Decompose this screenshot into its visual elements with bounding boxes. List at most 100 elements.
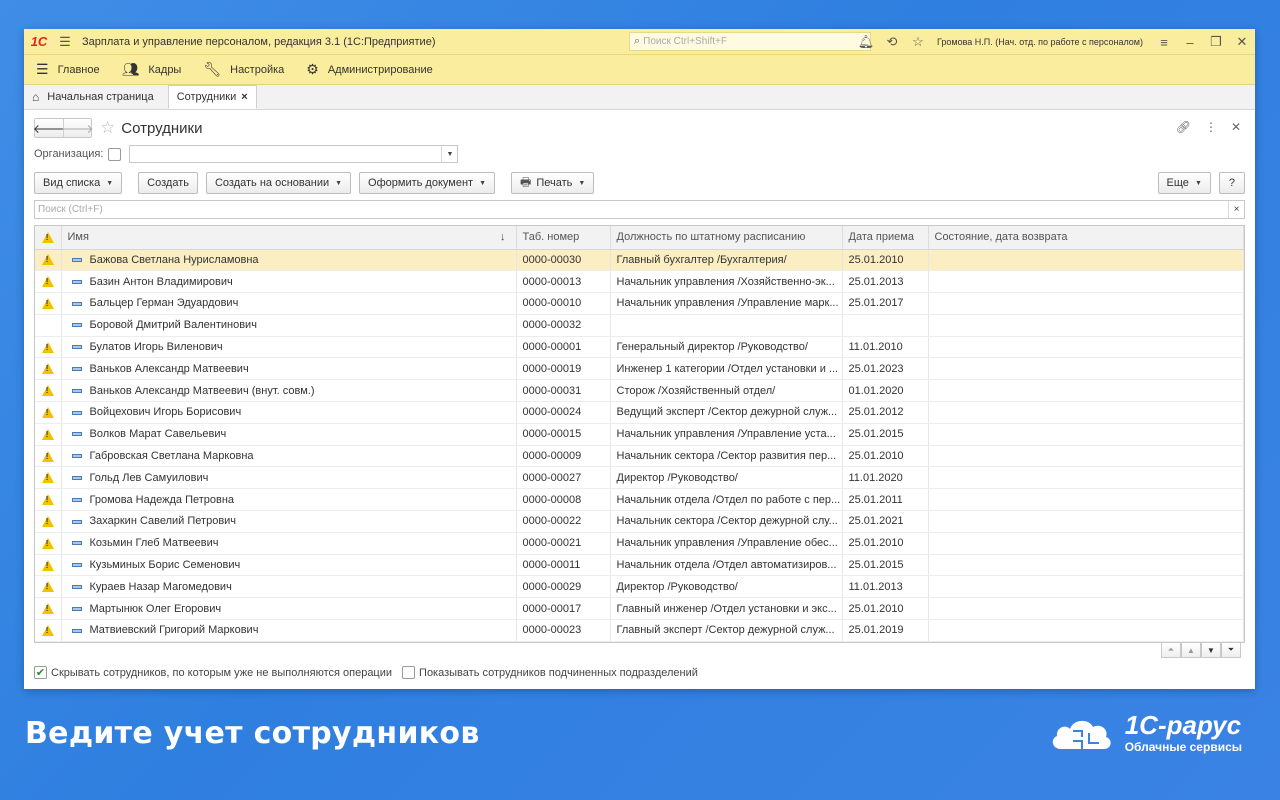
employee-name-cell[interactable]: Мартынюк Олег Егорович [61,597,517,621]
hire-date-cell[interactable]: 11.01.2013 [842,575,929,599]
organization-select[interactable]: ▼ [129,145,459,163]
table-row[interactable]: Мартынюк Олег Егорович 0000-00017Главный … [35,597,1244,621]
state-cell[interactable] [928,292,1244,315]
position-cell[interactable]: Генеральный директор /Руководство/ [610,336,843,359]
state-cell[interactable] [928,357,1244,381]
employee-name-cell[interactable]: Бальцер Герман Эдуардович [61,292,517,315]
position-cell[interactable]: Главный инженер /Отдел установки и экс..… [610,597,843,621]
position-cell[interactable]: Ведущий эксперт /Сектор дежурной служ... [610,401,843,424]
table-row[interactable]: Ваньков Александр Матвеевич (внут. совм.… [35,379,1244,403]
hamburger-icon[interactable]: ☰ [54,31,76,53]
hire-date-cell[interactable]: 11.01.2010 [842,336,929,359]
employee-name-cell[interactable]: Ваньков Александр Матвеевич [61,357,517,381]
employee-name-cell[interactable]: Булатов Игорь Виленович [61,336,517,359]
forward-arrow-icon[interactable]: 🡒 [61,119,94,137]
hide-inactive-checkbox[interactable]: ✔ [34,666,47,679]
position-cell[interactable]: Директор /Руководство/ [610,466,843,490]
state-cell[interactable] [928,554,1244,577]
hire-date-cell[interactable]: 25.01.2015 [842,554,929,577]
hire-date-cell[interactable]: 25.01.2017 [842,292,929,315]
favorite-star-icon[interactable]: ☆ [100,118,115,138]
create-button[interactable]: Создать [138,172,198,194]
link-icon[interactable]: 🔗︎ [1176,120,1191,134]
menu-hr[interactable]: 👥︎ Кадры [122,61,182,78]
history-icon[interactable]: ⟲ [879,31,905,53]
state-cell[interactable] [928,445,1244,468]
tab-number-cell[interactable]: 0000-00027 [516,466,611,490]
show-subordinate-checkbox[interactable] [402,666,416,679]
hire-date-cell[interactable]: 25.01.2011 [842,488,929,512]
scroll-down-icon[interactable]: ▼ [1201,642,1221,658]
employee-name-cell[interactable]: Кураев Назар Магомедович [61,575,517,599]
table-row[interactable]: Габровская Светлана Марковна 0000-00009На… [35,445,1244,468]
tab-number-cell[interactable]: 0000-00013 [516,270,611,294]
position-cell[interactable]: Главный эксперт /Сектор дежурной служ... [610,619,843,642]
tab-number-cell[interactable]: 0000-00023 [516,619,611,642]
employee-name-cell[interactable]: Матвиевский Григорий Маркович [61,619,517,642]
table-row[interactable]: Захаркин Савелий Петрович 0000-00022Начал… [35,510,1244,533]
tab-number-cell[interactable]: 0000-00022 [516,510,611,533]
column-position[interactable]: Должность по штатному расписанию [610,226,843,250]
bell-icon[interactable]: 🔔︎ [853,31,879,53]
employee-name-cell[interactable]: Бажова Светлана Нурисламовна [61,249,517,272]
menu-settings[interactable]: 🔧︎ Настройка [203,61,284,78]
tab-number-cell[interactable]: 0000-00030 [516,249,611,272]
state-cell[interactable] [928,249,1244,272]
hire-date-cell[interactable]: 25.01.2019 [842,619,929,642]
list-search-input[interactable]: Поиск (Ctrl+F) × [34,200,1245,219]
table-row[interactable]: Ваньков Александр Матвеевич 0000-00019Инж… [35,357,1244,381]
settings-menu-icon[interactable]: ≡ [1151,31,1177,53]
state-cell[interactable] [928,423,1244,446]
position-cell[interactable]: Начальник сектора /Сектор развития пер..… [610,445,843,468]
employee-name-cell[interactable]: Кузьминых Борис Семенович [61,554,517,577]
state-cell[interactable] [928,488,1244,512]
position-cell[interactable]: Инженер 1 категории /Отдел установки и .… [610,357,843,381]
employee-name-cell[interactable]: Волков Марат Савельевич [61,423,517,446]
tab-number-cell[interactable]: 0000-00031 [516,379,611,403]
tab-number-cell[interactable]: 0000-00024 [516,401,611,424]
menu-admin[interactable]: ⚙ Администрирование [306,61,432,78]
scroll-bottom-icon[interactable]: ⏷ [1221,642,1241,658]
table-row[interactable]: Громова Надежда Петровна 0000-00008Началь… [35,488,1244,512]
table-row[interactable]: Бажова Светлана Нурисламовна 0000-00030Гл… [35,249,1244,272]
table-row[interactable]: Козьмин Глеб Матвеевич 0000-00021Начальни… [35,532,1244,555]
warning-column-header[interactable] [35,226,62,250]
employee-name-cell[interactable]: Захаркин Савелий Петрович [61,510,517,533]
hire-date-cell[interactable]: 25.01.2023 [842,357,929,381]
tab-number-cell[interactable]: 0000-00021 [516,532,611,555]
hire-date-cell[interactable]: 11.01.2020 [842,466,929,490]
column-name[interactable]: Имя ↓ [61,226,517,250]
help-button[interactable]: ? [1218,172,1245,194]
position-cell[interactable] [610,314,843,337]
back-arrow-icon[interactable]: 🡐 [33,119,65,137]
state-cell[interactable] [928,401,1244,424]
table-row[interactable]: Матвиевский Григорий Маркович 0000-00023Г… [35,619,1244,642]
employee-name-cell[interactable]: Козьмин Глеб Матвеевич [61,532,517,555]
hire-date-cell[interactable]: 25.01.2010 [842,532,929,555]
make-document-button[interactable]: Оформить документ ▼ [359,172,495,194]
state-cell[interactable] [928,379,1244,403]
table-row[interactable]: Боровой Дмитрий Валентинович 0000-00032 [35,314,1244,337]
menu-main[interactable]: ☰ Главное [36,61,100,78]
position-cell[interactable]: Начальник отдела /Отдел по работе с пер.… [610,488,843,512]
scroll-up-icon[interactable]: ▲ [1181,642,1201,658]
create-based-button[interactable]: Создать на основании ▼ [205,172,352,194]
clear-search-icon[interactable]: × [1228,201,1244,218]
table-row[interactable]: Кузьминых Борис Семенович 0000-00011Начал… [35,554,1244,577]
hire-date-cell[interactable] [842,314,929,337]
hire-date-cell[interactable]: 25.01.2021 [842,510,929,533]
position-cell[interactable]: Начальник управления /Управление марк... [610,292,843,315]
table-row[interactable]: Базин Антон Владимирович 0000-00013Началь… [35,270,1244,294]
table-row[interactable]: Войцехович Игорь Борисович 0000-00024Веду… [35,401,1244,424]
position-cell[interactable]: Начальник сектора /Сектор дежурной слу..… [610,510,843,533]
table-row[interactable]: Бальцер Герман Эдуардович 0000-00010Начал… [35,292,1244,315]
chevron-down-icon[interactable]: ▼ [441,146,457,162]
state-cell[interactable] [928,619,1244,642]
position-cell[interactable]: Начальник управления /Управление обес... [610,532,843,555]
tab-number-cell[interactable]: 0000-00032 [516,314,611,337]
position-cell[interactable]: Главный бухгалтер /Бухгалтерия/ [610,249,843,272]
tab-number-cell[interactable]: 0000-00009 [516,445,611,468]
tab-home[interactable]: ⌂ Начальная страница [24,85,162,109]
close-tab-icon[interactable]: × [241,91,247,103]
close-window-icon[interactable]: ✕ [1229,31,1255,53]
